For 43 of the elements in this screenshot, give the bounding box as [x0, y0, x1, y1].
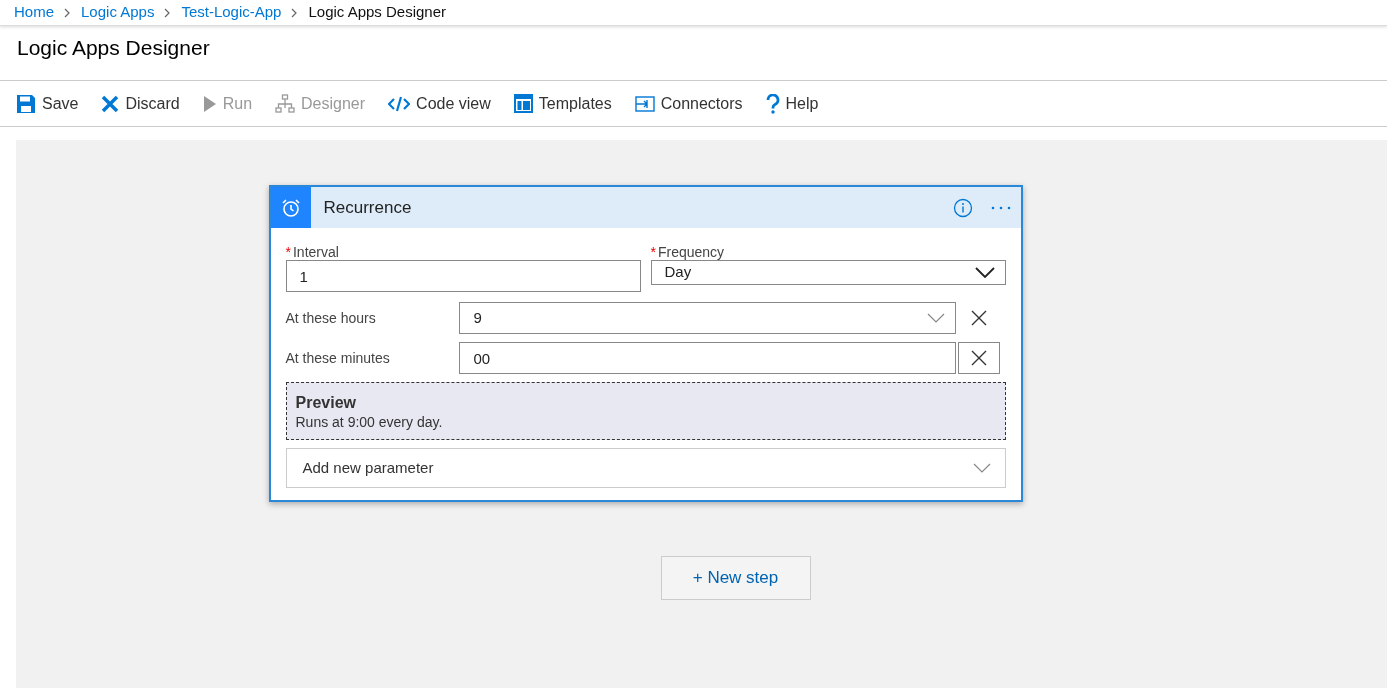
- dropdown-field[interactable]: 9: [458, 302, 956, 334]
- play-icon: [202, 94, 217, 113]
- input-field[interactable]: 00: [458, 342, 956, 374]
- chevron-right-icon: [164, 7, 172, 18]
- chevron-down-icon: [974, 266, 995, 278]
- card-title: Recurrence: [323, 196, 413, 219]
- toolbar-button[interactable]: Code view: [388, 91, 491, 116]
- input-field[interactable]: 1: [285, 260, 641, 292]
- toolbar-button[interactable]: Connectors: [634, 91, 743, 116]
- connector-icon: [634, 95, 655, 112]
- chevron-right-icon: [64, 7, 71, 18]
- toolbar-button[interactable]: Help: [765, 91, 819, 116]
- close-icon: [970, 310, 987, 326]
- close-icon: [970, 350, 987, 366]
- toolbar-button[interactable]: Templates: [513, 91, 612, 116]
- dropdown-field[interactable]: Day: [650, 260, 1006, 285]
- chevron-right-icon: [291, 7, 299, 18]
- new-step-button[interactable]: + New step: [660, 556, 811, 600]
- field-label: *Frequency: [650, 244, 726, 260]
- chevron-down-icon: [972, 463, 991, 473]
- save-icon: [16, 93, 36, 114]
- help-icon: [765, 93, 780, 114]
- hierarchy-icon: [275, 93, 296, 114]
- close-icon: [101, 94, 120, 113]
- field-label: *Interval: [285, 244, 340, 260]
- preview-text: Runs at 9:00 every day.: [295, 413, 444, 431]
- remove-button[interactable]: [957, 342, 1000, 374]
- add-parameter-dropdown[interactable]: Add new parameter: [285, 448, 1006, 488]
- parameter-label: At these hours: [285, 308, 377, 328]
- page-title: Logic Apps Designer: [17, 35, 211, 61]
- breadcrumb-link[interactable]: Home: [14, 1, 54, 24]
- breadcrumb-link[interactable]: Test-Logic-App: [181, 1, 282, 24]
- more-icon[interactable]: [990, 205, 1011, 210]
- breadcrumb-link[interactable]: Logic Apps: [81, 1, 155, 24]
- preview-title: Preview: [295, 393, 357, 413]
- code-icon: [388, 95, 411, 112]
- info-icon[interactable]: [952, 197, 973, 218]
- layout-icon: [513, 94, 533, 113]
- parameter-label: At these minutes: [285, 348, 391, 368]
- toolbar-button[interactable]: Discard: [101, 91, 180, 116]
- breadcrumb-current: Logic Apps Designer: [308, 2, 447, 23]
- chevron-down-icon: [926, 313, 945, 323]
- toolbar-button[interactable]: Save: [16, 91, 79, 116]
